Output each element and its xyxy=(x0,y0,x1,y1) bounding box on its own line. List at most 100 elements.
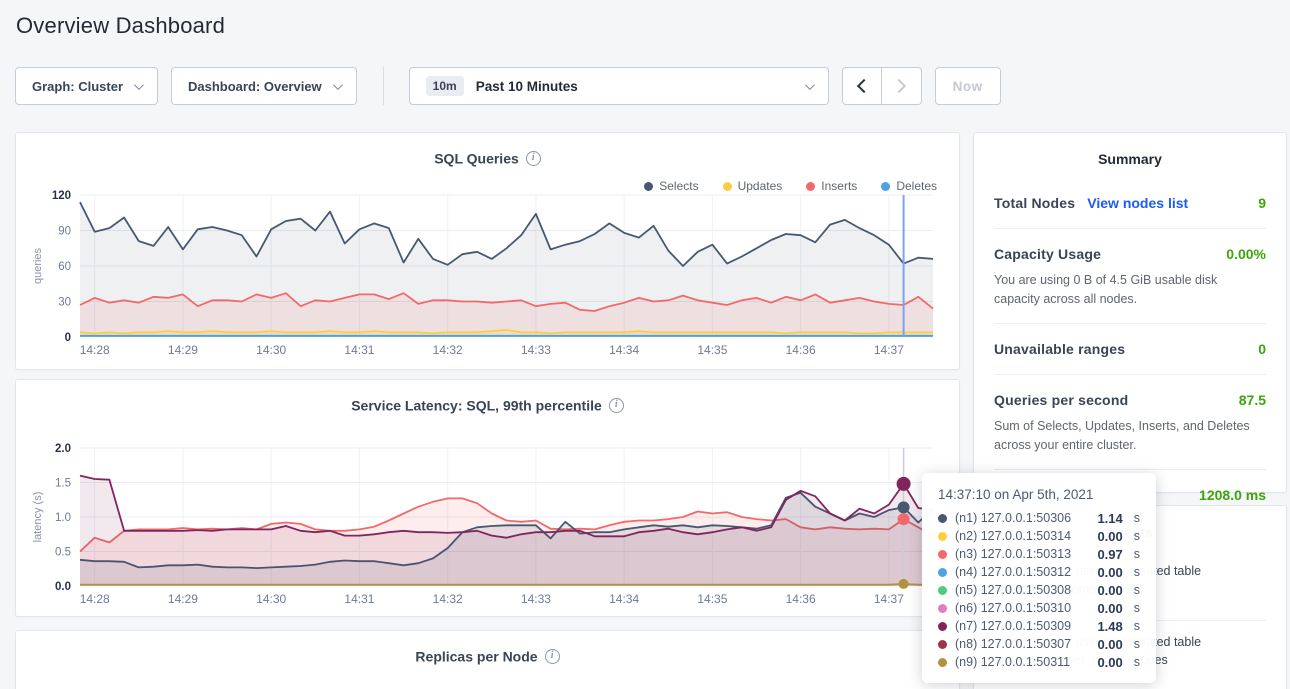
chart-title: Replicas per Node xyxy=(415,648,537,664)
svg-text:latency (s): latency (s) xyxy=(32,492,44,543)
svg-text:14:33: 14:33 xyxy=(521,343,551,357)
svg-text:14:34: 14:34 xyxy=(609,592,639,606)
summary-title: Summary xyxy=(994,151,1266,167)
graph-dropdown[interactable]: Graph: Cluster xyxy=(15,67,158,105)
time-range-dropdown[interactable]: 10m Past 10 Minutes xyxy=(409,67,829,105)
svg-text:14:31: 14:31 xyxy=(344,343,374,357)
dashboard-dropdown-label: Dashboard: Overview xyxy=(188,79,322,94)
divider xyxy=(994,228,1266,229)
capacity-row: Capacity Usage 0.00% xyxy=(994,242,1266,266)
unavailable-ranges-label: Unavailable ranges xyxy=(994,341,1125,357)
svg-text:1.5: 1.5 xyxy=(55,478,71,490)
node-label: (n3) 127.0.0.1:50313 xyxy=(955,547,1071,561)
node-label: (n9) 127.0.0.1:50311 xyxy=(955,655,1070,669)
capacity-desc: You are using 0 B of 4.5 GiB usable disk… xyxy=(994,271,1266,310)
range-step-buttons xyxy=(842,67,922,105)
svg-text:14:30: 14:30 xyxy=(256,592,286,606)
qps-value: 87.5 xyxy=(1239,392,1266,408)
node-latency-value: 0.00 xyxy=(1097,637,1122,652)
node-color-dot xyxy=(938,658,947,667)
tooltip-row: (n3) 127.0.0.1:503130.97s xyxy=(938,545,1140,563)
tooltip-row: (n6) 127.0.0.1:503100.00s xyxy=(938,599,1140,617)
svg-text:14:28: 14:28 xyxy=(80,592,110,606)
node-label: (n6) 127.0.0.1:50310 xyxy=(955,601,1071,615)
sql-queries-panel: SQL Queriesi SelectsUpdatesInsertsDelete… xyxy=(15,132,960,370)
total-nodes-value: 9 xyxy=(1258,195,1266,211)
graph-dropdown-label: Graph: Cluster xyxy=(32,79,123,94)
divider xyxy=(994,323,1266,324)
svg-text:1.0: 1.0 xyxy=(55,512,71,524)
info-icon[interactable]: i xyxy=(545,649,560,664)
node-latency-value: 0.00 xyxy=(1097,529,1122,544)
chart-title-row: Replicas per Node i xyxy=(16,631,959,664)
tooltip-row: (n7) 127.0.0.1:503091.48s xyxy=(938,617,1140,635)
node-latency-value: 0.00 xyxy=(1097,655,1122,670)
svg-text:14:35: 14:35 xyxy=(697,343,727,357)
svg-text:14:28: 14:28 xyxy=(80,343,110,357)
svg-text:14:34: 14:34 xyxy=(609,343,639,357)
toolbar: Graph: Cluster Dashboard: Overview 10m P… xyxy=(15,67,1001,105)
latency-unit: s xyxy=(1134,637,1140,651)
capacity-label: Capacity Usage xyxy=(994,246,1101,262)
node-color-dot xyxy=(938,514,947,523)
sql-queries-chart[interactable]: 030609012014:2814:2914:3014:3114:3214:33… xyxy=(28,189,949,361)
chevron-down-icon xyxy=(333,80,343,90)
node-color-dot xyxy=(938,550,947,559)
node-color-dot xyxy=(938,604,947,613)
qps-row: Queries per second 87.5 xyxy=(994,388,1266,412)
node-label: (n5) 127.0.0.1:50308 xyxy=(955,583,1071,597)
node-color-dot xyxy=(938,586,947,595)
page-title: Overview Dashboard xyxy=(16,13,225,39)
service-latency-chart[interactable]: 0.00.51.01.52.014:2814:2914:3014:3114:32… xyxy=(28,442,949,610)
latency-unit: s xyxy=(1134,619,1140,633)
total-nodes-label: Total Nodes xyxy=(994,195,1075,211)
node-label: (n4) 127.0.0.1:50312 xyxy=(955,565,1071,579)
node-color-dot xyxy=(938,532,947,541)
summary-panel: Summary Total Nodes View nodes list 9 Ca… xyxy=(973,132,1287,493)
svg-text:14:33: 14:33 xyxy=(521,592,551,606)
svg-text:2.0: 2.0 xyxy=(55,443,71,455)
tooltip-row: (n2) 127.0.0.1:503140.00s xyxy=(938,527,1140,545)
node-label: (n7) 127.0.0.1:50309 xyxy=(955,619,1071,633)
node-label: (n1) 127.0.0.1:50306 xyxy=(955,511,1071,525)
time-range-label: Past 10 Minutes xyxy=(476,79,578,94)
node-color-dot xyxy=(938,622,947,631)
node-latency-value: 0.00 xyxy=(1097,601,1122,616)
node-latency-value: 1.14 xyxy=(1097,511,1122,526)
view-nodes-link[interactable]: View nodes list xyxy=(1087,195,1188,211)
time-range-badge: 10m xyxy=(426,76,464,96)
svg-text:14:32: 14:32 xyxy=(433,343,463,357)
latency-unit: s xyxy=(1134,565,1140,579)
prev-range-button[interactable] xyxy=(842,67,882,105)
svg-text:30: 30 xyxy=(58,297,71,309)
divider xyxy=(994,469,1266,470)
node-color-dot xyxy=(938,640,947,649)
next-range-button[interactable] xyxy=(882,67,922,105)
capacity-value: 0.00% xyxy=(1226,246,1266,262)
latency-unit: s xyxy=(1134,529,1140,543)
info-icon[interactable]: i xyxy=(609,398,624,413)
tooltip-rows: (n1) 127.0.0.1:503061.14s(n2) 127.0.0.1:… xyxy=(938,509,1140,671)
total-nodes-row: Total Nodes View nodes list 9 xyxy=(994,191,1266,215)
svg-text:120: 120 xyxy=(52,190,71,202)
chart-title: SQL Queries xyxy=(434,150,519,166)
qps-label: Queries per second xyxy=(994,392,1128,408)
chevron-down-icon xyxy=(134,80,144,90)
dashboard-dropdown[interactable]: Dashboard: Overview xyxy=(171,67,357,105)
svg-text:60: 60 xyxy=(58,261,71,273)
replicas-per-node-panel: Replicas per Node i xyxy=(15,630,960,689)
chart-title-row: SQL Queries i xyxy=(16,133,959,166)
svg-text:14:37: 14:37 xyxy=(874,343,904,357)
node-latency-value: 0.00 xyxy=(1097,583,1122,598)
node-latency-value: 0.97 xyxy=(1097,547,1122,562)
tooltip-row: (n8) 127.0.0.1:503070.00s xyxy=(938,635,1140,653)
node-latency-value: 0.00 xyxy=(1097,565,1122,580)
svg-text:14:37: 14:37 xyxy=(874,592,904,606)
chart-title-row: Service Latency: SQL, 99th percentilei xyxy=(16,380,959,413)
info-icon[interactable]: i xyxy=(526,151,541,166)
chevron-down-icon xyxy=(805,80,815,90)
now-button[interactable]: Now xyxy=(935,67,1001,105)
svg-text:14:32: 14:32 xyxy=(433,592,463,606)
svg-text:14:29: 14:29 xyxy=(168,592,198,606)
svg-text:14:35: 14:35 xyxy=(697,592,727,606)
